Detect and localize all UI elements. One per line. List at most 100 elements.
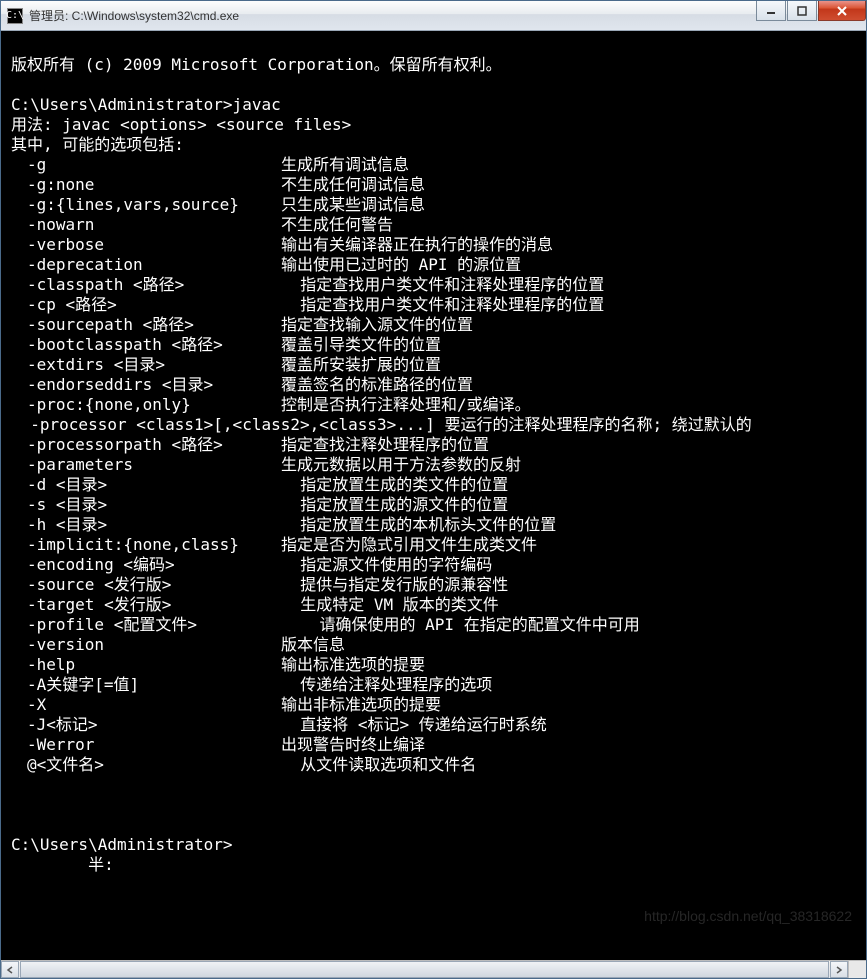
scrollbar-corner bbox=[848, 960, 866, 978]
prompt-line: C:\Users\Administrator> bbox=[11, 835, 233, 854]
option-row: -s <目录> 指定放置生成的源文件的位置 bbox=[11, 495, 856, 515]
option-desc: 指定放置生成的类文件的位置 bbox=[281, 475, 508, 495]
window-controls bbox=[755, 1, 866, 30]
option-desc: 传递给注释处理程序的选项 bbox=[281, 675, 492, 695]
option-flag: -parameters bbox=[11, 455, 281, 475]
option-flag: -Werror bbox=[11, 735, 281, 755]
option-desc: 提供与指定发行版的源兼容性 bbox=[281, 575, 508, 595]
option-flag: -g:{lines,vars,source} bbox=[11, 195, 281, 215]
option-flag: @<文件名> bbox=[11, 755, 281, 775]
usage-line: 用法: javac <options> <source files> bbox=[11, 115, 351, 134]
option-flag: -A关键字[=值] bbox=[11, 675, 281, 695]
option-row: -g:none不生成任何调试信息 bbox=[11, 175, 856, 195]
option-row: -cp <路径> 指定查找用户类文件和注释处理程序的位置 bbox=[11, 295, 856, 315]
option-flag: -sourcepath <路径> bbox=[11, 315, 281, 335]
option-desc: 只生成某些调试信息 bbox=[281, 195, 425, 215]
maximize-button[interactable] bbox=[787, 1, 817, 21]
option-flag: -extdirs <目录> bbox=[11, 355, 281, 375]
option-flag: -endorseddirs <目录> bbox=[11, 375, 281, 395]
option-desc: 从文件读取选项和文件名 bbox=[281, 755, 476, 775]
option-row: -g生成所有调试信息 bbox=[11, 155, 856, 175]
option-flag: -version bbox=[11, 635, 281, 655]
scroll-left-button[interactable] bbox=[1, 961, 19, 978]
option-flag: -h <目录> bbox=[11, 515, 281, 535]
option-flag: -source <发行版> bbox=[11, 575, 281, 595]
option-row: -source <发行版> 提供与指定发行版的源兼容性 bbox=[11, 575, 856, 595]
option-row: -h <目录> 指定放置生成的本机标头文件的位置 bbox=[11, 515, 856, 535]
close-icon bbox=[836, 5, 848, 17]
window-title: 管理员: C:\Windows\system32\cmd.exe bbox=[29, 7, 755, 24]
option-flag: -encoding <编码> bbox=[11, 555, 281, 575]
option-row: -X输出非标准选项的提要 bbox=[11, 695, 856, 715]
option-flag: -s <目录> bbox=[11, 495, 281, 515]
option-desc: 指定源文件使用的字符编码 bbox=[281, 555, 492, 575]
option-desc: 直接将 <标记> 传递给运行时系统 bbox=[281, 715, 547, 735]
option-row: -J<标记> 直接将 <标记> 传递给运行时系统 bbox=[11, 715, 856, 735]
horizontal-scrollbar[interactable] bbox=[1, 960, 848, 978]
option-flag: -deprecation bbox=[11, 255, 281, 275]
option-row: -Werror出现警告时终止编译 bbox=[11, 735, 856, 755]
option-desc: 生成特定 VM 版本的类文件 bbox=[281, 595, 499, 615]
option-row: -encoding <编码> 指定源文件使用的字符编码 bbox=[11, 555, 856, 575]
option-flag: -J<标记> bbox=[11, 715, 281, 735]
watermark: http://blog.csdn.net/qq_38318622 bbox=[644, 906, 852, 926]
option-desc: 覆盖所安装扩展的位置 bbox=[281, 355, 441, 375]
option-desc: 指定查找输入源文件的位置 bbox=[281, 315, 473, 335]
option-desc: 输出标准选项的提要 bbox=[281, 655, 425, 675]
option-row: -bootclasspath <路径>覆盖引导类文件的位置 bbox=[11, 335, 856, 355]
option-desc: 生成所有调试信息 bbox=[281, 155, 409, 175]
scroll-right-button[interactable] bbox=[830, 961, 848, 978]
option-flag: -g:none bbox=[11, 175, 281, 195]
minimize-button[interactable] bbox=[756, 1, 786, 21]
cmd-icon: C:\ bbox=[7, 8, 23, 24]
option-desc: 出现警告时终止编译 bbox=[281, 735, 425, 755]
option-row: -d <目录> 指定放置生成的类文件的位置 bbox=[11, 475, 856, 495]
option-desc: 覆盖签名的标准路径的位置 bbox=[281, 375, 473, 395]
option-row: -endorseddirs <目录>覆盖签名的标准路径的位置 bbox=[11, 375, 856, 395]
option-desc: 生成元数据以用于方法参数的反射 bbox=[281, 455, 521, 475]
terminal-output[interactable]: 版权所有 (c) 2009 Microsoft Corporation。保留所有… bbox=[1, 31, 866, 960]
cmd-window: C:\ 管理员: C:\Windows\system32\cmd.exe 版权所… bbox=[0, 0, 867, 979]
option-desc: 指定查找注释处理程序的位置 bbox=[281, 435, 489, 455]
option-desc: 控制是否执行注释处理和/或编译。 bbox=[281, 395, 531, 415]
option-row: -proc:{none,only}控制是否执行注释处理和/或编译。 bbox=[11, 395, 856, 415]
minimize-icon bbox=[766, 6, 776, 16]
scroll-thumb[interactable] bbox=[20, 961, 829, 978]
option-flag: -g bbox=[11, 155, 281, 175]
option-row: -target <发行版> 生成特定 VM 版本的类文件 bbox=[11, 595, 856, 615]
option-flag: -help bbox=[11, 655, 281, 675]
ime-indicator: 半: bbox=[11, 855, 114, 874]
option-flag: -classpath <路径> bbox=[11, 275, 281, 295]
option-desc: 请确保使用的 API 在指定的配置文件中可用 bbox=[281, 615, 640, 635]
option-desc: 版本信息 bbox=[281, 635, 345, 655]
option-row: -version版本信息 bbox=[11, 635, 856, 655]
option-desc: 覆盖引导类文件的位置 bbox=[281, 335, 441, 355]
option-row: -g:{lines,vars,source}只生成某些调试信息 bbox=[11, 195, 856, 215]
option-flag: -processorpath <路径> bbox=[11, 435, 281, 455]
bottom-scrollbar-strip bbox=[1, 960, 866, 978]
option-desc: 不生成任何调试信息 bbox=[281, 175, 425, 195]
option-row: -profile <配置文件> 请确保使用的 API 在指定的配置文件中可用 bbox=[11, 615, 856, 635]
option-flag: -cp <路径> bbox=[11, 295, 281, 315]
option-desc: 指定是否为隐式引用文件生成类文件 bbox=[281, 535, 537, 555]
option-desc: 不生成任何警告 bbox=[281, 215, 393, 235]
option-row: -processorpath <路径>指定查找注释处理程序的位置 bbox=[11, 435, 856, 455]
option-flag: -X bbox=[11, 695, 281, 715]
close-button[interactable] bbox=[818, 1, 866, 21]
option-row: -implicit:{none,class}指定是否为隐式引用文件生成类文件 bbox=[11, 535, 856, 555]
chevron-right-icon bbox=[835, 966, 843, 974]
where-line: 其中, 可能的选项包括: bbox=[11, 135, 184, 154]
prompt-line: C:\Users\Administrator>javac bbox=[11, 95, 281, 114]
option-desc: 指定放置生成的源文件的位置 bbox=[281, 495, 508, 515]
option-desc: 输出非标准选项的提要 bbox=[281, 695, 441, 715]
option-flag: -bootclasspath <路径> bbox=[11, 335, 281, 355]
option-row: -parameters生成元数据以用于方法参数的反射 bbox=[11, 455, 856, 475]
copyright-line: 版权所有 (c) 2009 Microsoft Corporation。保留所有… bbox=[11, 55, 502, 74]
titlebar[interactable]: C:\ 管理员: C:\Windows\system32\cmd.exe bbox=[1, 1, 866, 31]
option-flag: -nowarn bbox=[11, 215, 281, 235]
option-flag: -profile <配置文件> bbox=[11, 615, 281, 635]
option-flag: -d <目录> bbox=[11, 475, 281, 495]
option-row: -A关键字[=值] 传递给注释处理程序的选项 bbox=[11, 675, 856, 695]
option-row: -classpath <路径> 指定查找用户类文件和注释处理程序的位置 bbox=[11, 275, 856, 295]
option-desc: 指定放置生成的本机标头文件的位置 bbox=[281, 515, 556, 535]
